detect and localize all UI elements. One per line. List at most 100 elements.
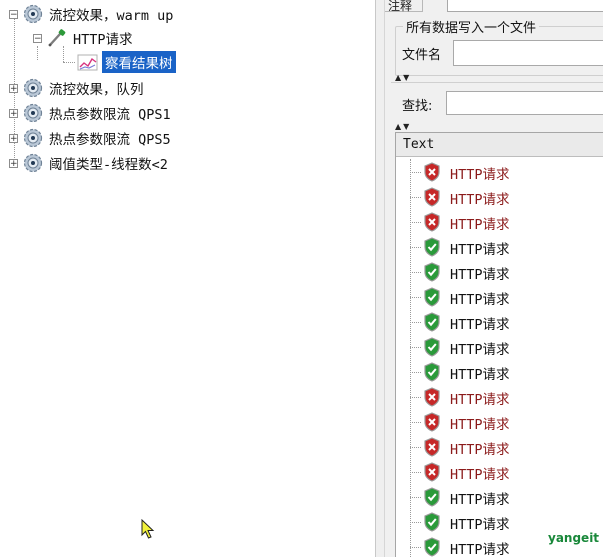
- tree-connector: [410, 297, 421, 298]
- result-sample-label: HTTP请求: [450, 517, 510, 533]
- tree-connector: [410, 247, 421, 248]
- result-row[interactable]: HTTP请求: [396, 384, 596, 409]
- success-shield-icon: [424, 362, 440, 382]
- failure-shield-icon: [424, 437, 440, 457]
- tree-node-http-request[interactable]: − HTTP请求: [33, 27, 133, 49]
- success-shield-icon: [424, 312, 440, 332]
- result-sample-label: HTTP请求: [450, 442, 510, 458]
- mouse-cursor-icon: [141, 519, 155, 539]
- result-row[interactable]: HTTP请求: [396, 259, 596, 284]
- result-sample-label: HTTP请求: [450, 392, 510, 408]
- expand-toggle[interactable]: +: [9, 83, 18, 93]
- tree-node-label: HTTP请求: [73, 32, 133, 48]
- thread-group-gear-icon: [23, 128, 43, 148]
- tree-node-thread-group-queue[interactable]: + 流控效果，队列: [9, 77, 144, 99]
- result-sample-label: HTTP请求: [450, 267, 510, 283]
- result-sample-label: HTTP请求: [450, 217, 510, 233]
- tree-connector: [63, 62, 75, 63]
- tree-connector: [410, 272, 421, 273]
- result-sample-label: HTTP请求: [450, 192, 510, 208]
- tree-connector: [410, 172, 421, 173]
- result-sample-label: HTTP请求: [450, 317, 510, 333]
- thread-group-gear-icon: [23, 153, 43, 173]
- failure-shield-icon: [424, 387, 440, 407]
- collapse-toggle[interactable]: −: [33, 33, 42, 43]
- thread-group-gear-icon: [23, 103, 43, 123]
- tree-connector: [410, 447, 421, 448]
- tree-node-label: 察看结果树: [102, 51, 176, 73]
- success-shield-icon: [424, 287, 440, 307]
- tree-connector: [410, 222, 421, 223]
- thread-group-gear-icon: [23, 78, 43, 98]
- tree-node-label: 热点参数限流 QPS5: [49, 132, 171, 148]
- http-sampler-pipette-icon: [48, 29, 66, 47]
- file-group-title: 所有数据写入一个文件: [403, 17, 540, 36]
- success-shield-icon: [424, 512, 440, 532]
- result-row[interactable]: HTTP请求: [396, 284, 596, 309]
- failure-shield-icon: [424, 462, 440, 482]
- result-sample-label: HTTP请求: [450, 167, 510, 183]
- thread-group-gear-icon: [23, 4, 43, 24]
- tree-connector: [410, 497, 421, 498]
- search-input[interactable]: [446, 91, 603, 115]
- success-shield-icon: [424, 237, 440, 257]
- result-sample-label: HTTP请求: [450, 292, 510, 308]
- results-column-header[interactable]: Text: [396, 133, 603, 157]
- tree-connector: [410, 522, 421, 523]
- splitter-arrows-icon[interactable]: ▲▼: [395, 123, 411, 131]
- tree-connector: [410, 322, 421, 323]
- failure-shield-icon: [424, 412, 440, 432]
- result-sample-label: HTTP请求: [450, 342, 510, 358]
- split-pane-divider[interactable]: [375, 0, 385, 557]
- result-row[interactable]: HTTP请求: [396, 209, 596, 234]
- tree-connector: [410, 472, 421, 473]
- tree-node-thread-group-warmup[interactable]: − 流控效果，warm up: [9, 3, 173, 25]
- failure-shield-icon: [424, 162, 440, 182]
- collapse-toggle[interactable]: −: [9, 9, 18, 19]
- filename-input[interactable]: [453, 40, 603, 66]
- results-tree-list: Text HTTP请求 HTTP请求 HTTP请求 HTTP请求 HTTP请求 HTTP请…: [395, 132, 603, 557]
- tree-node-thread-group-qps5[interactable]: + 热点参数限流 QPS5: [9, 127, 171, 149]
- splitter-arrows-icon[interactable]: ▲▼: [395, 74, 411, 82]
- tree-node-label: 热点参数限流 QPS1: [49, 107, 171, 123]
- result-row[interactable]: HTTP请求: [396, 359, 596, 384]
- result-row[interactable]: HTTP请求: [396, 184, 596, 209]
- result-row[interactable]: HTTP请求: [396, 459, 596, 484]
- expand-toggle[interactable]: +: [9, 158, 18, 168]
- result-row[interactable]: HTTP请求: [396, 484, 596, 509]
- success-shield-icon: [424, 262, 440, 282]
- tree-connector: [410, 197, 421, 198]
- test-plan-tree: − 流控效果，warm up − HTTP请求 察看结果树 + 流控效果，队列 …: [0, 0, 375, 557]
- tree-connector: [410, 347, 421, 348]
- result-row[interactable]: HTTP请求: [396, 434, 596, 459]
- success-shield-icon: [424, 537, 440, 557]
- success-shield-icon: [424, 487, 440, 507]
- result-sample-label: HTTP请求: [450, 417, 510, 433]
- results-tree-config-panel: 注释 所有数据写入一个文件 文件名 ▲▼ 查找: ▲▼ Text HTTP请求 H…: [385, 0, 603, 557]
- tree-node-thread-group-threads[interactable]: + 阈值类型-线程数<2: [9, 152, 168, 174]
- comments-label: 注释: [385, 0, 423, 13]
- tree-connector: [410, 422, 421, 423]
- failure-shield-icon: [424, 212, 440, 232]
- expand-toggle[interactable]: +: [9, 133, 18, 143]
- result-row[interactable]: HTTP请求: [396, 409, 596, 434]
- result-row[interactable]: HTTP请求: [396, 234, 596, 259]
- tree-node-label: 流控效果，队列: [49, 82, 144, 98]
- tree-node-label: 流控效果，warm up: [49, 8, 174, 24]
- tree-connector: [410, 372, 421, 373]
- tree-node-thread-group-qps1[interactable]: + 热点参数限流 QPS1: [9, 102, 171, 124]
- tree-node-label: 阈值类型-线程数<2: [49, 157, 168, 173]
- comments-field[interactable]: [447, 0, 603, 12]
- tree-connector: [410, 547, 421, 548]
- divider: [391, 82, 603, 83]
- watermark: yangeit: [548, 531, 600, 545]
- result-row[interactable]: HTTP请求: [396, 309, 596, 334]
- result-row[interactable]: HTTP请求: [396, 334, 596, 359]
- success-shield-icon: [424, 337, 440, 357]
- failure-shield-icon: [424, 187, 440, 207]
- expand-toggle[interactable]: +: [9, 108, 18, 118]
- tree-node-view-results-tree[interactable]: 察看结果树: [77, 51, 176, 73]
- result-sample-label: HTTP请求: [450, 467, 510, 483]
- results-tree-chart-icon: [77, 54, 98, 71]
- result-row[interactable]: HTTP请求: [396, 159, 596, 184]
